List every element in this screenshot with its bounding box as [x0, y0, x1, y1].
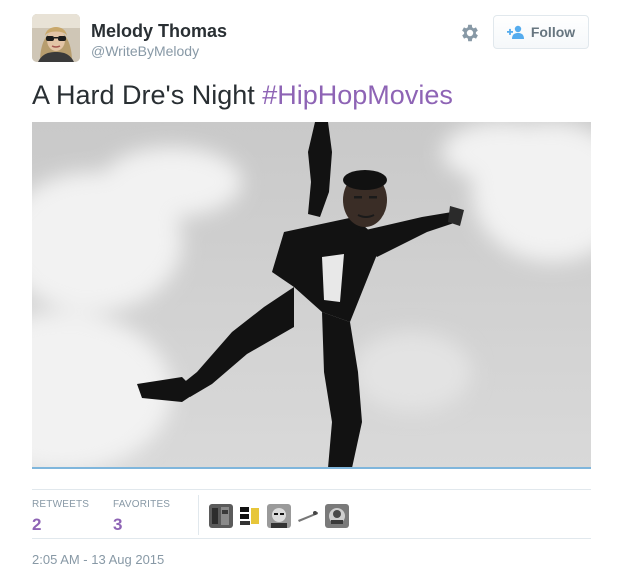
stats-top-divider	[32, 489, 591, 490]
hashtag-link[interactable]: #HipHopMovies	[262, 80, 453, 110]
add-user-icon	[506, 25, 525, 39]
tweet-photo[interactable]	[32, 122, 591, 468]
tweet-timestamp[interactable]: 2:05 AM - 13 Aug 2015	[32, 552, 164, 567]
author-name[interactable]: Melody Thomas	[91, 21, 227, 42]
favorites-stat[interactable]: FAVORITES 3	[113, 499, 170, 535]
favoriter-avatar[interactable]	[267, 504, 291, 528]
retweets-label: RETWEETS	[32, 499, 90, 510]
retweets-stat[interactable]: RETWEETS 2	[32, 499, 89, 535]
tweet-text: A Hard Dre's Night #HipHopMovies	[32, 80, 453, 111]
follow-label: Follow	[530, 24, 576, 40]
favorites-count[interactable]: 3	[113, 515, 170, 535]
media-underline	[32, 467, 591, 469]
favoriter-avatar[interactable]	[325, 504, 349, 528]
author-avatar[interactable]	[32, 14, 80, 62]
favoriter-avatar[interactable]	[296, 504, 320, 528]
favoriter-avatar[interactable]	[209, 504, 233, 528]
tweet-body: A Hard Dre's Night	[32, 80, 263, 110]
favoriter-avatar[interactable]	[238, 504, 262, 528]
author-handle[interactable]: @WriteByMelody	[91, 43, 199, 59]
favorites-label: FAVORITES	[113, 499, 171, 510]
stats-bottom-divider	[32, 538, 591, 539]
follow-button[interactable]: Follow	[493, 15, 589, 49]
stats-separator	[198, 495, 199, 535]
favoriter-avatars	[209, 504, 349, 528]
gear-icon[interactable]	[459, 22, 481, 44]
retweets-count[interactable]: 2	[32, 515, 89, 535]
